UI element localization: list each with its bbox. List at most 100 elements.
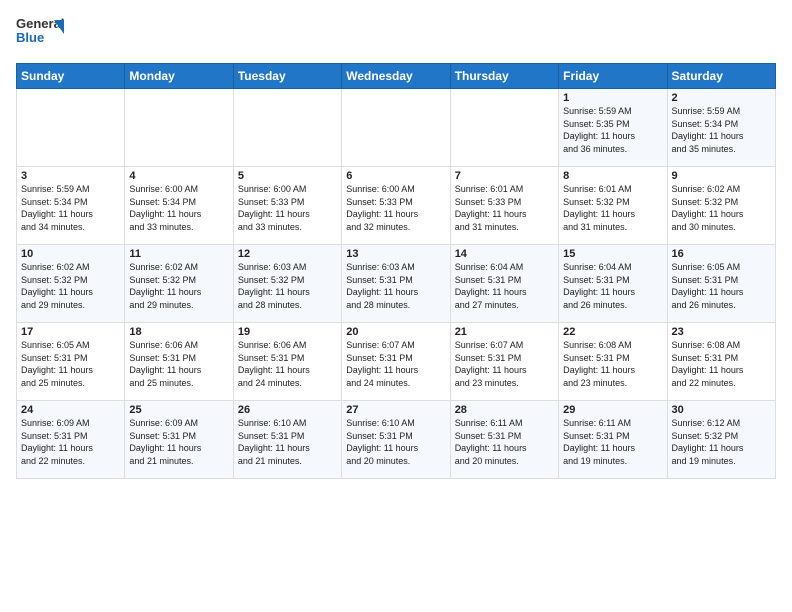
day-info: Sunrise: 6:00 AM Sunset: 5:33 PM Dayligh…: [238, 183, 337, 233]
calendar-cell: 12Sunrise: 6:03 AM Sunset: 5:32 PM Dayli…: [233, 245, 341, 323]
calendar-cell: 3Sunrise: 5:59 AM Sunset: 5:34 PM Daylig…: [17, 167, 125, 245]
calendar-table: SundayMondayTuesdayWednesdayThursdayFrid…: [16, 63, 776, 479]
day-info: Sunrise: 6:04 AM Sunset: 5:31 PM Dayligh…: [455, 261, 554, 311]
day-number: 5: [238, 170, 337, 182]
calendar-cell: [233, 89, 341, 167]
calendar-cell: 4Sunrise: 6:00 AM Sunset: 5:34 PM Daylig…: [125, 167, 233, 245]
page-container: General Blue SundayMondayTuesdayWednesda…: [0, 0, 792, 487]
calendar-cell: 7Sunrise: 6:01 AM Sunset: 5:33 PM Daylig…: [450, 167, 558, 245]
day-number: 22: [563, 326, 662, 338]
day-number: 13: [346, 248, 445, 260]
day-info: Sunrise: 6:02 AM Sunset: 5:32 PM Dayligh…: [129, 261, 228, 311]
day-info: Sunrise: 6:02 AM Sunset: 5:32 PM Dayligh…: [672, 183, 771, 233]
day-number: 30: [672, 404, 771, 416]
day-number: 1: [563, 92, 662, 104]
calendar-cell: 28Sunrise: 6:11 AM Sunset: 5:31 PM Dayli…: [450, 401, 558, 479]
calendar-week-1: 1Sunrise: 5:59 AM Sunset: 5:35 PM Daylig…: [17, 89, 776, 167]
day-number: 27: [346, 404, 445, 416]
weekday-header-row: SundayMondayTuesdayWednesdayThursdayFrid…: [17, 64, 776, 89]
day-info: Sunrise: 6:01 AM Sunset: 5:33 PM Dayligh…: [455, 183, 554, 233]
day-number: 29: [563, 404, 662, 416]
day-number: 19: [238, 326, 337, 338]
calendar-cell: 10Sunrise: 6:02 AM Sunset: 5:32 PM Dayli…: [17, 245, 125, 323]
logo-icon: General Blue: [16, 12, 64, 50]
day-info: Sunrise: 6:05 AM Sunset: 5:31 PM Dayligh…: [21, 339, 120, 389]
calendar-cell: [342, 89, 450, 167]
calendar-cell: 23Sunrise: 6:08 AM Sunset: 5:31 PM Dayli…: [667, 323, 775, 401]
day-number: 12: [238, 248, 337, 260]
day-info: Sunrise: 6:00 AM Sunset: 5:33 PM Dayligh…: [346, 183, 445, 233]
calendar-cell: 15Sunrise: 6:04 AM Sunset: 5:31 PM Dayli…: [559, 245, 667, 323]
day-number: 23: [672, 326, 771, 338]
day-info: Sunrise: 6:12 AM Sunset: 5:32 PM Dayligh…: [672, 417, 771, 467]
day-info: Sunrise: 5:59 AM Sunset: 5:34 PM Dayligh…: [672, 105, 771, 155]
day-info: Sunrise: 6:11 AM Sunset: 5:31 PM Dayligh…: [455, 417, 554, 467]
day-info: Sunrise: 6:00 AM Sunset: 5:34 PM Dayligh…: [129, 183, 228, 233]
calendar-cell: 17Sunrise: 6:05 AM Sunset: 5:31 PM Dayli…: [17, 323, 125, 401]
day-number: 21: [455, 326, 554, 338]
calendar-cell: 26Sunrise: 6:10 AM Sunset: 5:31 PM Dayli…: [233, 401, 341, 479]
day-number: 17: [21, 326, 120, 338]
weekday-header-saturday: Saturday: [667, 64, 775, 89]
calendar-cell: 25Sunrise: 6:09 AM Sunset: 5:31 PM Dayli…: [125, 401, 233, 479]
day-info: Sunrise: 6:07 AM Sunset: 5:31 PM Dayligh…: [455, 339, 554, 389]
day-info: Sunrise: 6:06 AM Sunset: 5:31 PM Dayligh…: [238, 339, 337, 389]
calendar-cell: 1Sunrise: 5:59 AM Sunset: 5:35 PM Daylig…: [559, 89, 667, 167]
calendar-cell: 13Sunrise: 6:03 AM Sunset: 5:31 PM Dayli…: [342, 245, 450, 323]
weekday-header-wednesday: Wednesday: [342, 64, 450, 89]
calendar-week-4: 17Sunrise: 6:05 AM Sunset: 5:31 PM Dayli…: [17, 323, 776, 401]
header: General Blue: [16, 12, 776, 55]
day-number: 8: [563, 170, 662, 182]
day-info: Sunrise: 5:59 AM Sunset: 5:34 PM Dayligh…: [21, 183, 120, 233]
calendar-week-3: 10Sunrise: 6:02 AM Sunset: 5:32 PM Dayli…: [17, 245, 776, 323]
day-number: 15: [563, 248, 662, 260]
day-number: 14: [455, 248, 554, 260]
day-number: 9: [672, 170, 771, 182]
day-number: 25: [129, 404, 228, 416]
calendar-week-5: 24Sunrise: 6:09 AM Sunset: 5:31 PM Dayli…: [17, 401, 776, 479]
calendar-cell: [17, 89, 125, 167]
calendar-cell: 29Sunrise: 6:11 AM Sunset: 5:31 PM Dayli…: [559, 401, 667, 479]
calendar-cell: 27Sunrise: 6:10 AM Sunset: 5:31 PM Dayli…: [342, 401, 450, 479]
day-info: Sunrise: 6:04 AM Sunset: 5:31 PM Dayligh…: [563, 261, 662, 311]
day-info: Sunrise: 6:11 AM Sunset: 5:31 PM Dayligh…: [563, 417, 662, 467]
calendar-week-2: 3Sunrise: 5:59 AM Sunset: 5:34 PM Daylig…: [17, 167, 776, 245]
calendar-cell: [125, 89, 233, 167]
calendar-cell: 19Sunrise: 6:06 AM Sunset: 5:31 PM Dayli…: [233, 323, 341, 401]
calendar-cell: 22Sunrise: 6:08 AM Sunset: 5:31 PM Dayli…: [559, 323, 667, 401]
day-info: Sunrise: 6:03 AM Sunset: 5:31 PM Dayligh…: [346, 261, 445, 311]
weekday-header-friday: Friday: [559, 64, 667, 89]
day-info: Sunrise: 6:01 AM Sunset: 5:32 PM Dayligh…: [563, 183, 662, 233]
day-number: 10: [21, 248, 120, 260]
weekday-header-tuesday: Tuesday: [233, 64, 341, 89]
day-info: Sunrise: 6:06 AM Sunset: 5:31 PM Dayligh…: [129, 339, 228, 389]
calendar-cell: 11Sunrise: 6:02 AM Sunset: 5:32 PM Dayli…: [125, 245, 233, 323]
calendar-cell: 30Sunrise: 6:12 AM Sunset: 5:32 PM Dayli…: [667, 401, 775, 479]
day-info: Sunrise: 6:09 AM Sunset: 5:31 PM Dayligh…: [129, 417, 228, 467]
day-info: Sunrise: 6:02 AM Sunset: 5:32 PM Dayligh…: [21, 261, 120, 311]
weekday-header-thursday: Thursday: [450, 64, 558, 89]
svg-text:Blue: Blue: [16, 30, 44, 45]
day-number: 16: [672, 248, 771, 260]
day-info: Sunrise: 6:09 AM Sunset: 5:31 PM Dayligh…: [21, 417, 120, 467]
calendar-cell: 20Sunrise: 6:07 AM Sunset: 5:31 PM Dayli…: [342, 323, 450, 401]
day-number: 20: [346, 326, 445, 338]
weekday-header-monday: Monday: [125, 64, 233, 89]
calendar-cell: 18Sunrise: 6:06 AM Sunset: 5:31 PM Dayli…: [125, 323, 233, 401]
day-info: Sunrise: 5:59 AM Sunset: 5:35 PM Dayligh…: [563, 105, 662, 155]
calendar-cell: 9Sunrise: 6:02 AM Sunset: 5:32 PM Daylig…: [667, 167, 775, 245]
day-number: 6: [346, 170, 445, 182]
day-number: 26: [238, 404, 337, 416]
calendar-cell: 6Sunrise: 6:00 AM Sunset: 5:33 PM Daylig…: [342, 167, 450, 245]
day-number: 28: [455, 404, 554, 416]
calendar-cell: 24Sunrise: 6:09 AM Sunset: 5:31 PM Dayli…: [17, 401, 125, 479]
day-info: Sunrise: 6:08 AM Sunset: 5:31 PM Dayligh…: [563, 339, 662, 389]
day-info: Sunrise: 6:10 AM Sunset: 5:31 PM Dayligh…: [346, 417, 445, 467]
calendar-cell: 5Sunrise: 6:00 AM Sunset: 5:33 PM Daylig…: [233, 167, 341, 245]
calendar-cell: [450, 89, 558, 167]
day-number: 2: [672, 92, 771, 104]
calendar-cell: 16Sunrise: 6:05 AM Sunset: 5:31 PM Dayli…: [667, 245, 775, 323]
day-number: 11: [129, 248, 228, 260]
day-info: Sunrise: 6:07 AM Sunset: 5:31 PM Dayligh…: [346, 339, 445, 389]
day-number: 7: [455, 170, 554, 182]
